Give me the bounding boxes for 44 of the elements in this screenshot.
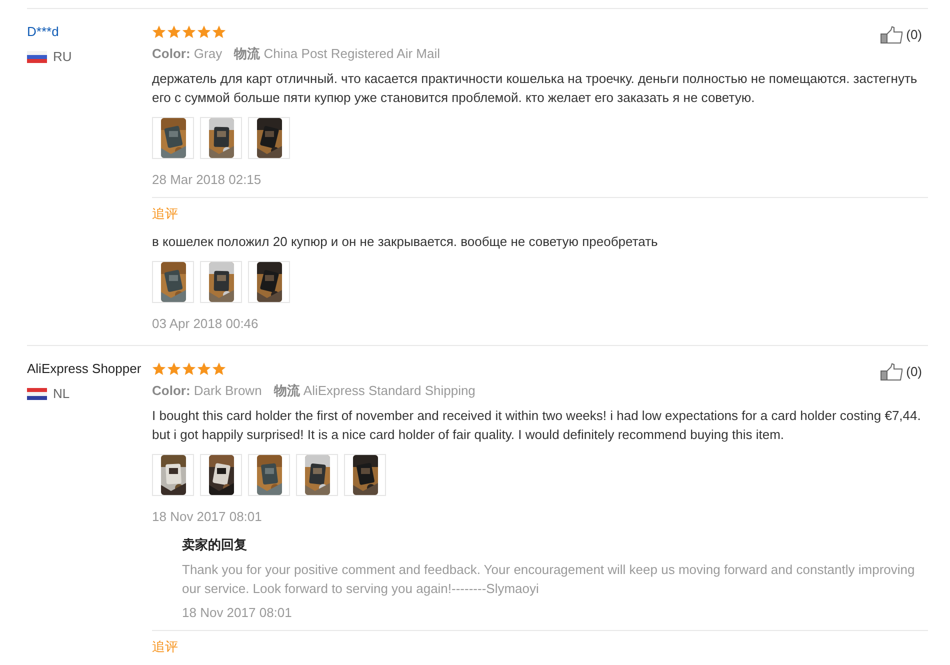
star-icon (167, 362, 181, 376)
photo-thumbnail[interactable] (296, 454, 338, 496)
followup-text: в кошелек положил 20 купюр и он не закрывается. вообще не советую преобретать (152, 233, 659, 251)
shipping-info: 物流 China Post Registered Air Mail (234, 46, 440, 61)
review-date: 18 Nov 2017 08:01 (152, 508, 263, 526)
country-code: NL (53, 385, 70, 403)
photo-thumbnail[interactable] (200, 117, 242, 159)
seller-reply-title: 卖家的回复 (182, 536, 248, 554)
reviewer-name: AliExpress Shopper (27, 360, 142, 378)
photo-thumbnail[interactable] (200, 454, 242, 496)
seller-reply-text: Thank you for your positive comment and feedback. Your encouragement will keep us moving forward and constantly improving our service. Look forward to serving you again!--------Slymaoyi (182, 561, 916, 598)
star-icon (182, 25, 196, 39)
photo-thumbnail[interactable] (152, 454, 194, 496)
thumbs-up-icon (880, 26, 904, 44)
photo-thumbnail[interactable] (248, 261, 290, 303)
star-icon (152, 362, 166, 376)
shipping-info: 物流 AliExpress Standard Shipping (274, 383, 476, 398)
followup-label: 追评 (152, 639, 179, 655)
followup-label: 追评 (152, 206, 179, 222)
photo-thumbnail[interactable] (152, 261, 194, 303)
reviewer-name[interactable]: D***d (27, 23, 152, 41)
followup-date: 03 Apr 2018 00:46 (152, 315, 260, 333)
color-info: Color: Dark Brown (152, 383, 262, 398)
star-icon (197, 25, 211, 39)
photo-thumbnail[interactable] (200, 261, 242, 303)
star-icon (182, 362, 196, 376)
star-icon (152, 25, 166, 39)
star-icon (212, 362, 226, 376)
star-icon (197, 362, 211, 376)
star-icon (212, 25, 226, 39)
country-code: RU (53, 48, 72, 66)
review-text: держатель для карт отличный. что касается практичности кошелька на троечку. деньги полностью не помещаются. застегнуть его с суммой больше пяти купюр уже становится проблемой. кто желает его заказать я не советую. (152, 70, 918, 107)
photo-thumbnail[interactable] (152, 117, 194, 159)
photo-thumbnail[interactable] (344, 454, 386, 496)
helpful-button[interactable]: (0) (880, 362, 922, 382)
color-info: Color: Gray (152, 46, 222, 61)
review-text: I bought this card holder the first of november and received it within two weeks! i had low expectations for a card holder costing €7,44. but i got happily surprised! It is a nice card holder of fair quality. I would definitely recommend buying this item. (152, 407, 922, 444)
photo-thumbnail[interactable] (248, 117, 290, 159)
helpful-button[interactable]: (0) (880, 25, 922, 45)
thumbs-up-icon (880, 363, 904, 381)
star-icon (167, 25, 181, 39)
review-date: 28 Mar 2018 02:15 (152, 171, 262, 189)
seller-reply-date: 18 Nov 2017 08:01 (182, 604, 293, 622)
photo-thumbnail[interactable] (248, 454, 290, 496)
